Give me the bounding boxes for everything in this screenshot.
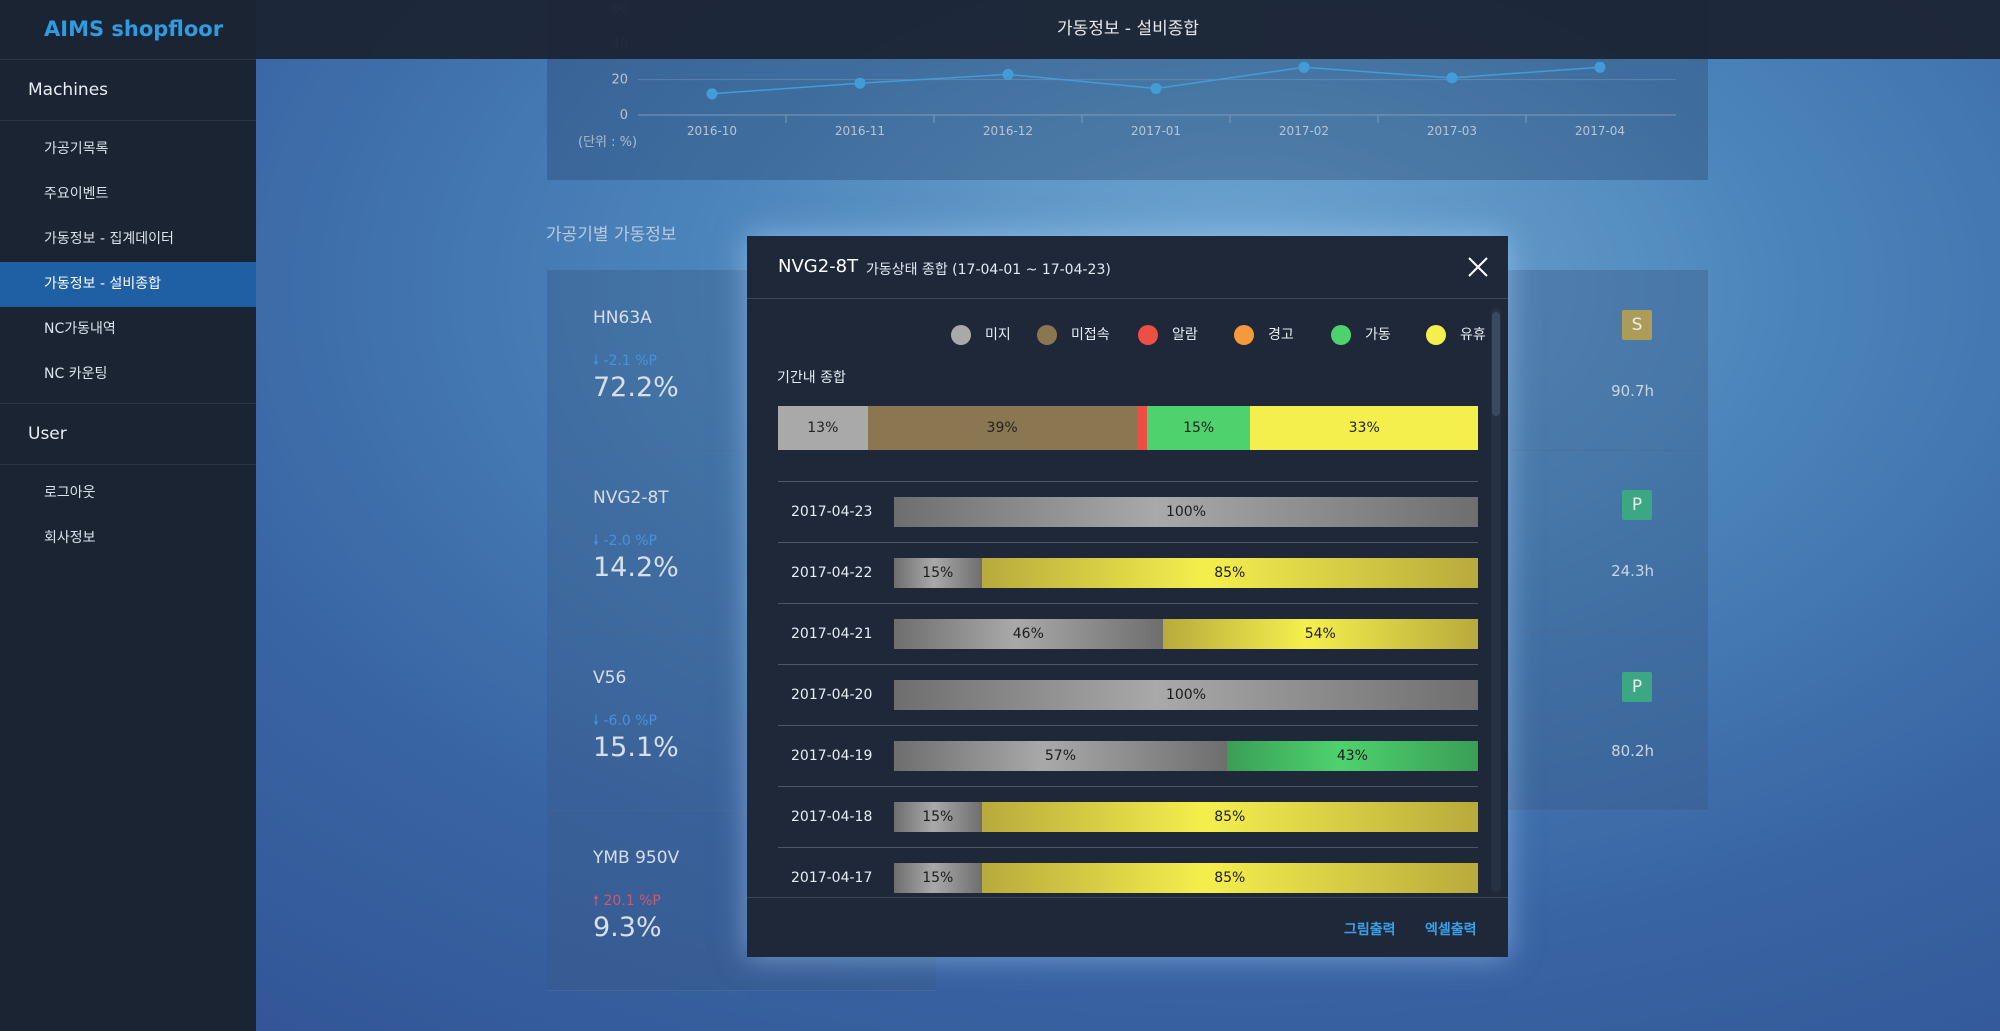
day-segment: 57% bbox=[894, 741, 1227, 771]
sidebar-item-nc-counting[interactable]: NC 카운팅 bbox=[0, 352, 256, 397]
day-stacked-bar: 57% 43% bbox=[894, 741, 1478, 771]
day-row: 2017-04-22 15% 85% bbox=[778, 542, 1478, 604]
day-segment: 85% bbox=[981, 802, 1478, 832]
legend-dot-icon bbox=[1138, 325, 1158, 345]
day-segment: 100% bbox=[894, 497, 1478, 527]
modal-header: NVG2-8T 가동상태 종합 (17-04-01 ~ 17-04-23) bbox=[747, 236, 1508, 299]
modal-machine-name: NVG2-8T bbox=[778, 256, 859, 277]
day-stacked-bar: 15% 85% bbox=[894, 558, 1478, 588]
day-segment: 15% bbox=[894, 802, 982, 832]
day-row: 2017-04-17 15% 85% bbox=[778, 847, 1478, 896]
legend-label: 알람 bbox=[1172, 327, 1198, 343]
modal-footer: 그림출력 엑셀출력 bbox=[747, 897, 1508, 958]
day-row: 2017-04-23 100% bbox=[778, 481, 1478, 543]
summary-label: 기간내 종합 bbox=[777, 370, 846, 386]
day-date: 2017-04-18 bbox=[791, 809, 873, 825]
day-stacked-bar: 15% 85% bbox=[894, 863, 1478, 893]
day-date: 2017-04-19 bbox=[791, 748, 873, 764]
legend-dot-icon bbox=[1426, 325, 1446, 345]
legend-label: 미지 bbox=[985, 327, 1011, 343]
day-segment: 85% bbox=[981, 863, 1478, 893]
day-date: 2017-04-23 bbox=[791, 504, 873, 520]
day-segment: 100% bbox=[894, 680, 1478, 710]
status-summary-modal: NVG2-8T 가동상태 종합 (17-04-01 ~ 17-04-23) 미지… bbox=[747, 236, 1508, 957]
summary-stacked-bar: 13% 39% 15% 33% bbox=[778, 406, 1478, 450]
legend-dot-icon bbox=[1037, 325, 1057, 345]
day-segment: 85% bbox=[981, 558, 1478, 588]
day-stacked-bar: 15% 85% bbox=[894, 802, 1478, 832]
sidebar-item-nc-history[interactable]: NC가동내역 bbox=[0, 307, 256, 352]
scrollbar-thumb[interactable] bbox=[1492, 312, 1500, 416]
day-stacked-bar: 100% bbox=[894, 680, 1478, 710]
modal-subtitle: 가동상태 종합 (17-04-01 ~ 17-04-23) bbox=[866, 262, 1111, 278]
day-stacked-bar: 46% 54% bbox=[894, 619, 1478, 649]
day-row: 2017-04-18 15% 85% bbox=[778, 786, 1478, 848]
day-segment: 15% bbox=[894, 558, 982, 588]
day-row: 2017-04-20 100% bbox=[778, 664, 1478, 726]
day-date: 2017-04-20 bbox=[791, 687, 873, 703]
day-date: 2017-04-17 bbox=[791, 870, 873, 886]
sidebar-item-operation-overview[interactable]: 가동정보 - 설비종합 bbox=[0, 262, 256, 307]
export-image-button[interactable]: 그림출력 bbox=[1344, 919, 1396, 939]
day-segment: 46% bbox=[894, 619, 1163, 649]
day-row: 2017-04-21 46% 54% bbox=[778, 603, 1478, 665]
modal-scrollbar[interactable] bbox=[1491, 308, 1501, 892]
summary-segment: 13% bbox=[778, 406, 868, 450]
summary-segment: 33% bbox=[1250, 406, 1478, 450]
sidebar-item-operation-aggregate[interactable]: 가동정보 - 집계데이터 bbox=[0, 217, 256, 262]
day-row: 2017-04-19 57% 43% bbox=[778, 725, 1478, 787]
modal-body: 미지 미접속 알람 경고 가동 유휴 기간내 종합 13% 39% 15% 33% 2017-0… bbox=[747, 299, 1508, 896]
day-segment: 54% bbox=[1162, 619, 1478, 649]
summary-segment: 15% bbox=[1146, 406, 1251, 450]
sidebar-item-company-info[interactable]: 회사정보 bbox=[0, 516, 256, 561]
summary-segment: 39% bbox=[867, 406, 1137, 450]
sidebar-item-logout[interactable]: 로그아웃 bbox=[0, 471, 256, 516]
day-stacked-bar: 100% bbox=[894, 497, 1478, 527]
legend-label: 경고 bbox=[1268, 327, 1294, 343]
legend-dot-icon bbox=[1331, 325, 1351, 345]
legend-dot-icon bbox=[951, 325, 971, 345]
user-menu: 로그아웃 회사정보 bbox=[0, 465, 256, 567]
day-segment: 15% bbox=[894, 863, 982, 893]
summary-segment bbox=[1136, 406, 1147, 450]
legend-label: 가동 bbox=[1365, 327, 1391, 343]
close-icon[interactable] bbox=[1466, 255, 1490, 279]
legend-label: 미접속 bbox=[1071, 327, 1110, 343]
day-date: 2017-04-21 bbox=[791, 626, 873, 642]
status-legend: 미지 미접속 알람 경고 가동 유휴 bbox=[951, 323, 1486, 347]
legend-dot-icon bbox=[1234, 325, 1254, 345]
day-date: 2017-04-22 bbox=[791, 565, 873, 581]
legend-label: 유휴 bbox=[1460, 327, 1486, 343]
export-excel-button[interactable]: 엑셀출력 bbox=[1425, 919, 1477, 939]
sidebar-section-user: User bbox=[0, 404, 256, 465]
day-segment: 43% bbox=[1226, 741, 1478, 771]
